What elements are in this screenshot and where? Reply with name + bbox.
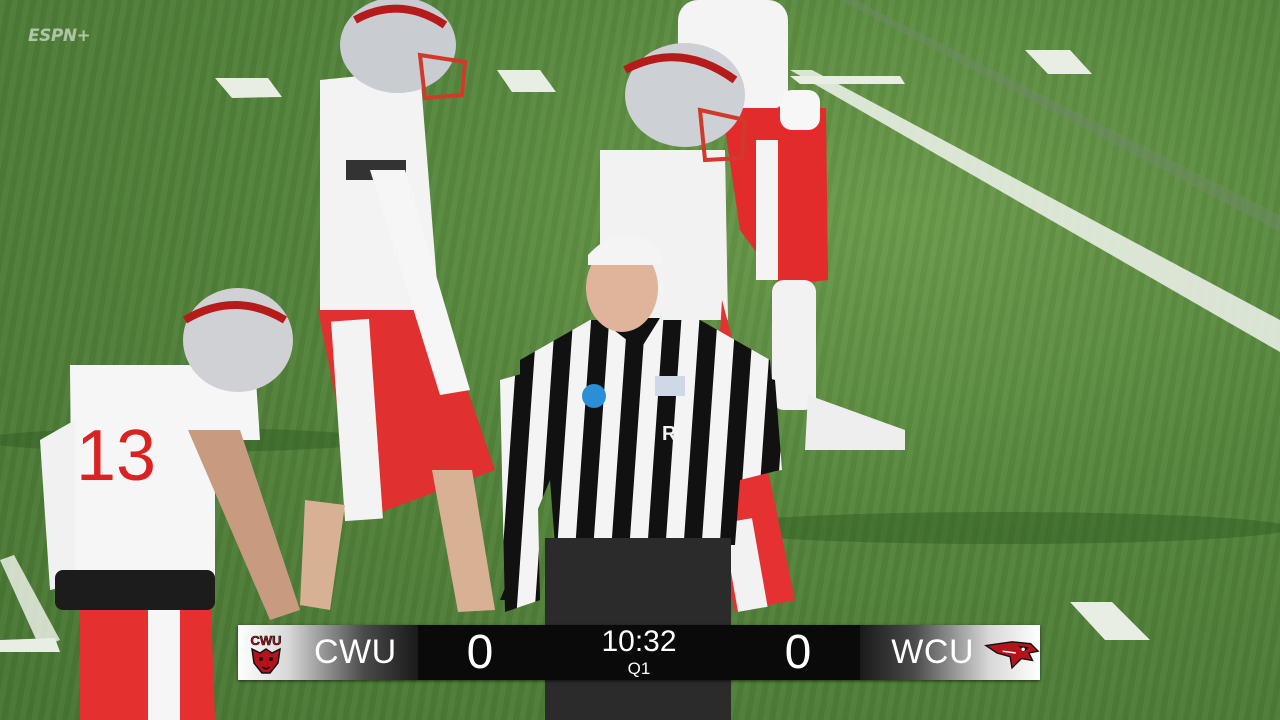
game-period: Q1 (627, 658, 651, 678)
wildcat-logo-icon: CWU (238, 625, 294, 680)
game-clock-block: 10:32 Q1 (520, 624, 758, 678)
away-team-panel: WCU (860, 625, 1040, 680)
espn-plus-watermark: ESPN+ (28, 26, 91, 46)
away-team-score: 0 (784, 626, 812, 679)
jersey-number: 13 (76, 416, 156, 496)
away-team-abbr: WCU (891, 633, 974, 671)
score-clock-panel: 0 10:32 Q1 0 (418, 625, 860, 680)
game-clock: 10:32 (601, 624, 677, 658)
home-team-abbr: CWU (314, 633, 397, 671)
referee-badge: R (662, 423, 677, 445)
game-scene: R 13 (0, 0, 1280, 720)
home-team-panel: CWU CWU (238, 625, 418, 680)
player-mid-left (300, 0, 495, 612)
svg-text:CWU: CWU (250, 633, 281, 648)
redhawk-logo-icon (984, 625, 1040, 680)
home-team-score: 0 (466, 626, 494, 679)
scoreboard: CWU CWU 0 10:32 Q1 0 WCU (238, 625, 1040, 680)
